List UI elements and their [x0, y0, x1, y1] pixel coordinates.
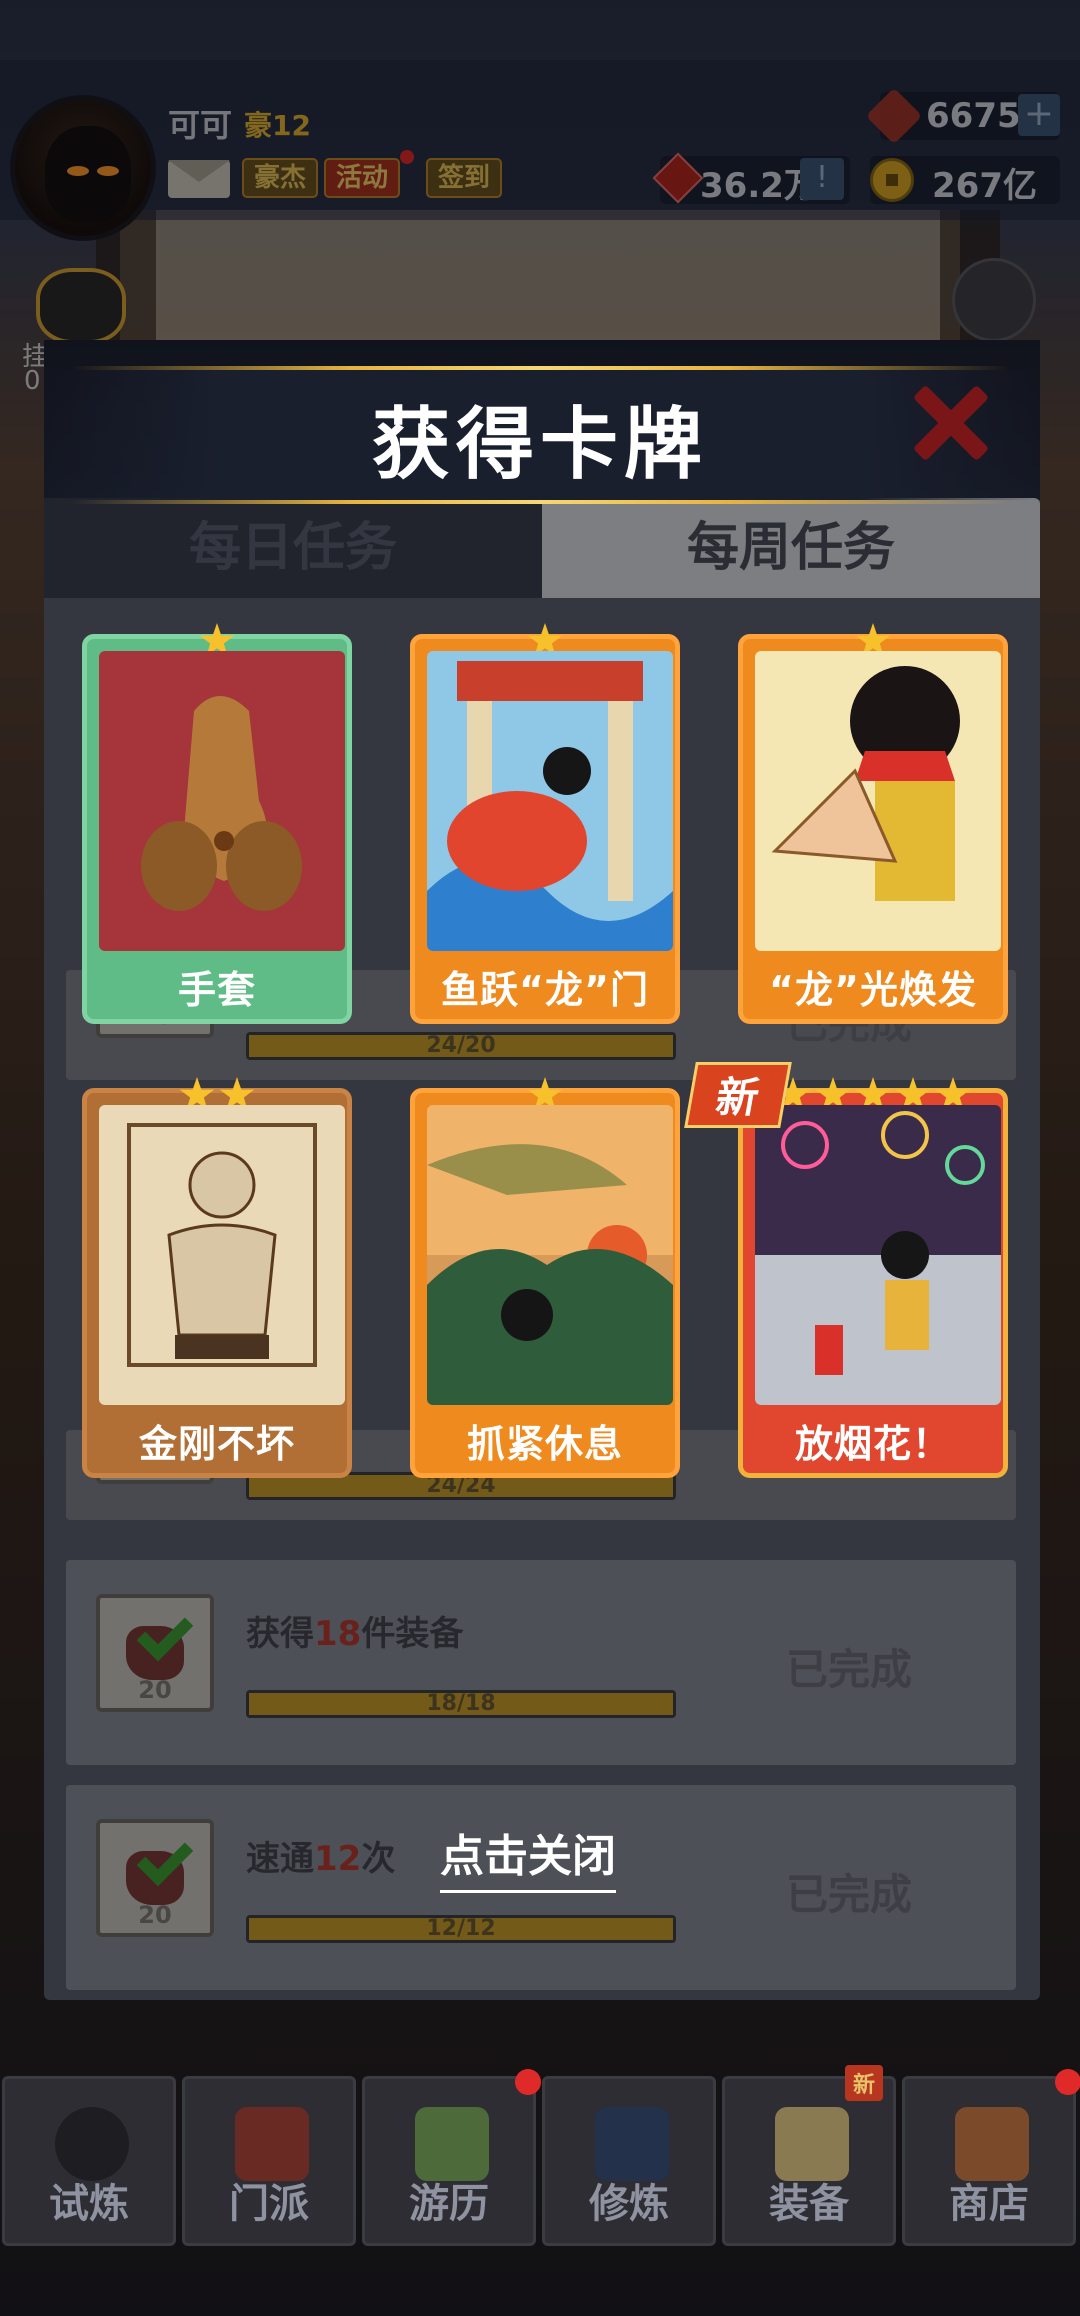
nav-sect[interactable]: 门派 [182, 2076, 356, 2246]
card-label: 鱼跃“龙”门 [441, 968, 649, 1012]
nav-label: 门派 [229, 2181, 309, 2227]
book-icon [595, 2107, 669, 2181]
sword-icon [775, 2107, 849, 2181]
card-label: 手套 [177, 968, 256, 1012]
gold-divider [70, 500, 1010, 504]
nav-label: 试炼 [49, 2181, 129, 2227]
nav-label: 修炼 [589, 2181, 669, 2227]
nav-travel[interactable]: 游历 [362, 2069, 541, 2246]
temple-icon [235, 2107, 309, 2181]
card-art [427, 1105, 673, 1405]
nav-equipment[interactable]: 新 装备 [722, 2065, 896, 2246]
shop-icon [955, 2107, 1029, 2181]
nav-label: 装备 [769, 2181, 849, 2227]
card-label: “龙”光焕发 [769, 968, 977, 1012]
card-dragon-glow[interactable]: “龙”光焕发 [738, 623, 1008, 1024]
ninja-icon [55, 2107, 129, 2181]
nav-trial[interactable]: 试炼 [2, 2076, 176, 2246]
card-art [427, 651, 673, 951]
tap-to-close-link[interactable]: 点击关闭 [440, 1820, 616, 1893]
new-badge: 新 [845, 2065, 884, 2101]
card-art [755, 1105, 1001, 1405]
new-badge: 新 [684, 1062, 792, 1128]
card-carp-leap[interactable]: 鱼跃“龙”门 [410, 623, 680, 1024]
card-art [99, 651, 345, 951]
card-diamond-body[interactable]: 金刚不坏 [82, 1077, 352, 1478]
card-fireworks[interactable]: 放烟花！ [738, 1077, 1008, 1478]
notification-dot [515, 2069, 541, 2095]
nav-label: 商店 [949, 2181, 1029, 2227]
gold-divider [70, 366, 1010, 370]
notification-dot [1055, 2069, 1080, 2095]
close-icon[interactable] [906, 378, 996, 468]
nav-cultivate[interactable]: 修炼 [542, 2076, 716, 2246]
bottom-nav: 试炼 门派 游历 修炼 新 装备 商店 [0, 2065, 1080, 2246]
nav-shop[interactable]: 商店 [902, 2069, 1080, 2246]
nav-label: 游历 [409, 2181, 489, 2227]
card-gloves[interactable]: 手套 [82, 623, 352, 1024]
mountain-icon [415, 2107, 489, 2181]
card-label: 抓紧休息 [466, 1422, 623, 1466]
card-label: 放烟花！ [794, 1422, 951, 1466]
card-art [99, 1105, 345, 1405]
card-label: 金刚不坏 [138, 1422, 295, 1466]
card-art [755, 651, 1001, 951]
card-take-rest[interactable]: 抓紧休息 [410, 1077, 680, 1478]
